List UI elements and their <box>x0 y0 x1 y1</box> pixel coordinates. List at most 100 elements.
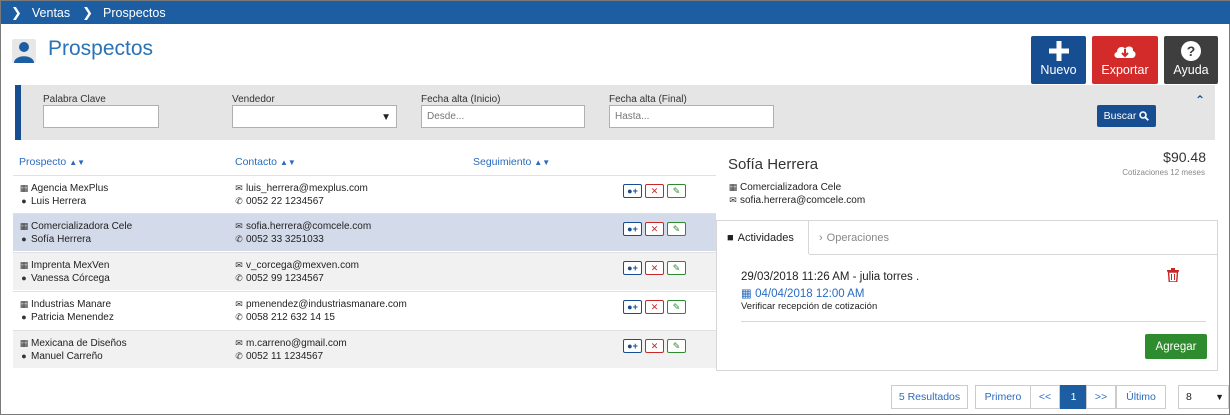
row-person: Patricia Menendez <box>31 312 114 323</box>
header-prospect-label: Prospecto <box>19 156 67 168</box>
row-company: Agencia MexPlus <box>31 183 109 194</box>
activity-divider <box>741 321 1206 322</box>
envelope-icon: ✉ <box>235 183 243 193</box>
rss-icon: › <box>819 231 823 244</box>
building-icon: ▦ <box>19 299 29 309</box>
question-icon: ? <box>1181 41 1201 61</box>
page-size-select[interactable]: 8 ▼ <box>1178 385 1229 409</box>
chevron-up-icon[interactable]: ⌃ <box>1195 93 1205 107</box>
edit-button[interactable]: ✎ <box>667 339 686 353</box>
breadcrumb: ❯ Ventas ❯ Prospectos <box>1 1 1230 24</box>
delete-button[interactable]: ✕ <box>645 339 664 353</box>
tab-divider <box>809 254 1218 255</box>
envelope-icon: ✉ <box>235 221 243 231</box>
row-email: v_corcega@mexven.com <box>246 260 359 271</box>
add-activity-button[interactable]: Agregar <box>1145 334 1207 359</box>
table-row[interactable]: ▦ Comercializadora Cele ● Sofía Herrera ✉ s… <box>13 213 716 251</box>
table-row[interactable]: ▦ Industrias Manare ● Patricia Menendez ✉ p… <box>13 291 716 329</box>
header-followup[interactable]: Seguimiento ▲▼ <box>473 156 550 168</box>
detail-company: Comercializadora Cele <box>740 182 842 193</box>
breadcrumb-item-ventas[interactable]: Ventas <box>32 6 70 20</box>
detail-email: sofia.herrera@comcele.com <box>740 195 866 206</box>
tab-operations[interactable]: › Operaciones <box>809 221 929 254</box>
keyword-label: Palabra Clave <box>43 94 106 105</box>
delete-button[interactable]: ✕ <box>645 184 664 198</box>
row-person: Luis Herrera <box>31 196 87 207</box>
building-icon: ▦ <box>19 260 29 270</box>
assign-user-button[interactable]: ●+ <box>623 222 642 236</box>
edit-button[interactable]: ✎ <box>667 222 686 236</box>
page-size-value: 8 <box>1186 391 1192 403</box>
header-contact[interactable]: Contacto ▲▼ <box>235 156 296 168</box>
row-phone: 0052 99 1234567 <box>246 273 324 284</box>
svg-text:?: ? <box>1187 43 1196 59</box>
trash-icon[interactable] <box>1167 268 1179 285</box>
first-page-button[interactable]: Primero <box>975 385 1031 409</box>
prev-page-button[interactable]: << <box>1030 385 1060 409</box>
delete-button[interactable]: ✕ <box>645 300 664 314</box>
filter-panel: Palabra Clave Vendedor ▼ Fecha alta (Ini… <box>15 85 1215 140</box>
row-email: m.carreno@gmail.com <box>246 338 347 349</box>
envelope-icon: ✉ <box>729 195 737 205</box>
caret-down-icon: ▼ <box>381 112 391 123</box>
detail-amount-caption: Cotizaciones 12 meses <box>1122 168 1205 177</box>
assign-user-button[interactable]: ●+ <box>623 339 642 353</box>
envelope-icon: ✉ <box>235 299 243 309</box>
chevron-right-icon: ❯ <box>11 4 22 20</box>
tab-activities[interactable]: ■ Actividades <box>717 221 809 254</box>
tab-activities-label: Actividades <box>737 231 794 244</box>
user-icon <box>12 39 36 63</box>
edit-button[interactable]: ✎ <box>667 300 686 314</box>
date-from-input[interactable]: Desde... <box>421 105 585 128</box>
comment-icon: ■ <box>727 231 734 244</box>
table-row[interactable]: ▦ Imprenta MexVen ● Vanessa Córcega ✉ v_cor… <box>13 252 716 290</box>
row-phone: 0058 212 632 14 15 <box>246 312 335 323</box>
plus-icon <box>1048 41 1069 61</box>
last-page-button[interactable]: Último <box>1116 385 1166 409</box>
phone-icon: ✆ <box>235 234 243 244</box>
page-title: Prospectos <box>48 37 154 60</box>
building-icon: ▦ <box>728 182 738 192</box>
sort-icon: ▲▼ <box>534 158 551 167</box>
cloud-download-icon <box>1114 46 1136 58</box>
row-person: Vanessa Córcega <box>31 273 110 284</box>
row-email: luis_herrera@mexplus.com <box>246 183 368 194</box>
row-email: pmenendez@industriasmanare.com <box>246 299 407 310</box>
envelope-icon: ✉ <box>235 260 243 270</box>
new-button-label: Nuevo <box>1040 63 1077 77</box>
keyword-input[interactable] <box>43 105 159 128</box>
row-company: Comercializadora Cele <box>31 221 133 232</box>
assign-user-button[interactable]: ●+ <box>623 184 642 198</box>
row-phone: 0052 22 1234567 <box>246 196 324 207</box>
next-page-button[interactable]: >> <box>1086 385 1116 409</box>
row-email: sofia.herrera@comcele.com <box>246 221 372 232</box>
assign-user-button[interactable]: ●+ <box>623 261 642 275</box>
table-row[interactable]: ▦ Mexicana de Diseños ● Manuel Carreño ✉ m.… <box>13 330 716 368</box>
breadcrumb-item-prospectos[interactable]: Prospectos <box>103 6 166 20</box>
delete-button[interactable]: ✕ <box>645 222 664 236</box>
sort-icon: ▲▼ <box>279 158 296 167</box>
table-row[interactable]: ▦ Agencia MexPlus ● Luis Herrera ✉ luis_her… <box>13 175 716 213</box>
seller-select[interactable]: ▼ <box>232 105 397 128</box>
row-phone: 0052 11 1234567 <box>246 351 324 362</box>
sort-icon: ▲▼ <box>69 158 86 167</box>
search-button[interactable]: Buscar <box>1097 105 1156 127</box>
envelope-icon: ✉ <box>235 338 243 348</box>
row-person: Sofía Herrera <box>31 234 92 245</box>
export-button[interactable]: Exportar <box>1092 36 1158 84</box>
activity-description: Verificar recepción de cotización <box>741 301 878 312</box>
header-prospect[interactable]: Prospecto ▲▼ <box>19 156 85 168</box>
page-button-current[interactable]: 1 <box>1060 385 1087 409</box>
edit-button[interactable]: ✎ <box>667 261 686 275</box>
detail-company-line: ▦ Comercializadora Cele <box>728 182 841 193</box>
row-company: Imprenta MexVen <box>31 260 110 271</box>
new-button[interactable]: Nuevo <box>1031 36 1086 84</box>
search-icon <box>1139 111 1150 121</box>
assign-user-button[interactable]: ●+ <box>623 300 642 314</box>
edit-button[interactable]: ✎ <box>667 184 686 198</box>
delete-button[interactable]: ✕ <box>645 261 664 275</box>
help-button[interactable]: ? Ayuda <box>1164 36 1218 84</box>
date-to-input[interactable]: Hasta... <box>609 105 774 128</box>
detail-name: Sofía Herrera <box>728 156 819 173</box>
export-button-label: Exportar <box>1101 63 1149 77</box>
